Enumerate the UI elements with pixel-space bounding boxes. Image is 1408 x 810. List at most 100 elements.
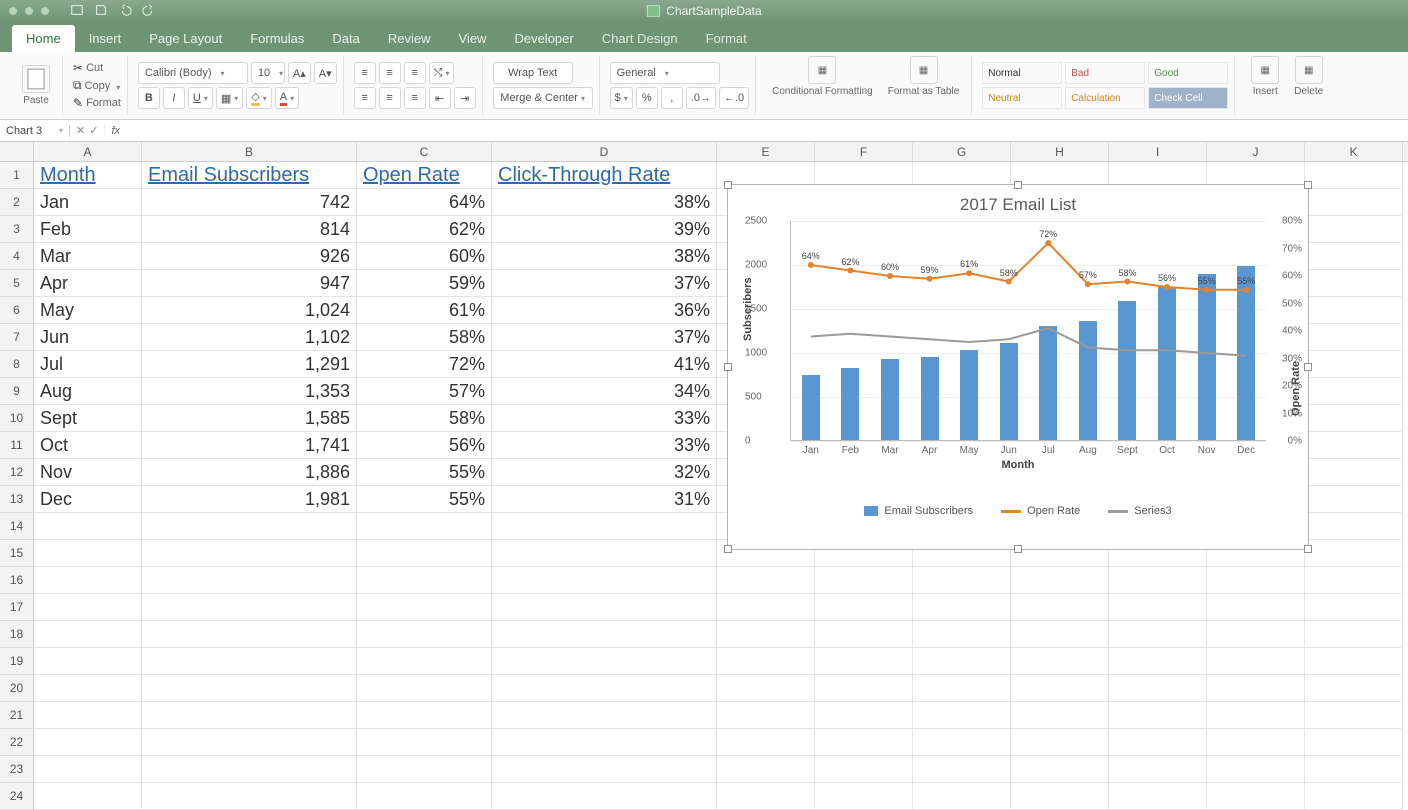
cell[interactable] bbox=[142, 513, 357, 540]
cell[interactable]: Jun bbox=[34, 324, 142, 351]
worksheet-grid[interactable]: A B C D E F G H I J K 1MonthEmail Subscr… bbox=[0, 142, 1408, 810]
cell[interactable] bbox=[142, 621, 357, 648]
cell[interactable] bbox=[357, 621, 492, 648]
cell[interactable] bbox=[815, 648, 913, 675]
cell[interactable] bbox=[1207, 702, 1305, 729]
cell[interactable]: 1,741 bbox=[142, 432, 357, 459]
cell[interactable] bbox=[357, 783, 492, 810]
row-header[interactable]: 2 bbox=[0, 189, 34, 216]
cell[interactable] bbox=[815, 567, 913, 594]
cell[interactable] bbox=[1305, 513, 1403, 540]
row-header[interactable]: 4 bbox=[0, 243, 34, 270]
cell[interactable] bbox=[1305, 594, 1403, 621]
insert-cells-button[interactable]: ▦Insert bbox=[1245, 56, 1285, 115]
col-header-C[interactable]: C bbox=[357, 142, 492, 161]
cell[interactable]: Sept bbox=[34, 405, 142, 432]
cell[interactable] bbox=[357, 702, 492, 729]
cell[interactable] bbox=[357, 540, 492, 567]
cell[interactable] bbox=[1207, 621, 1305, 648]
row-header[interactable]: 16 bbox=[0, 567, 34, 594]
cell[interactable]: 39% bbox=[492, 216, 717, 243]
cell[interactable] bbox=[492, 540, 717, 567]
cell[interactable] bbox=[357, 513, 492, 540]
cell[interactable] bbox=[1305, 567, 1403, 594]
cell[interactable] bbox=[717, 675, 815, 702]
open-icon[interactable] bbox=[70, 3, 84, 20]
col-header-G[interactable]: G bbox=[913, 142, 1011, 161]
orientation-button[interactable]: ⤭ bbox=[429, 62, 455, 84]
cell[interactable] bbox=[1305, 297, 1403, 324]
row-header[interactable]: 24 bbox=[0, 783, 34, 810]
row-header[interactable]: 21 bbox=[0, 702, 34, 729]
cell[interactable] bbox=[1109, 756, 1207, 783]
cell[interactable]: Mar bbox=[34, 243, 142, 270]
underline-button[interactable]: U bbox=[188, 87, 213, 109]
embedded-chart[interactable]: 2017 Email List Subscribers Open Rate 05… bbox=[727, 184, 1309, 550]
cell[interactable]: 1,981 bbox=[142, 486, 357, 513]
cut-button[interactable]: Cut bbox=[86, 62, 103, 74]
tab-insert[interactable]: Insert bbox=[75, 25, 136, 52]
cell[interactable] bbox=[1011, 621, 1109, 648]
cell[interactable] bbox=[142, 756, 357, 783]
cell[interactable] bbox=[142, 567, 357, 594]
cell[interactable] bbox=[492, 621, 717, 648]
row-header[interactable]: 6 bbox=[0, 297, 34, 324]
cell[interactable] bbox=[357, 648, 492, 675]
cell[interactable] bbox=[34, 756, 142, 783]
cell[interactable] bbox=[1207, 567, 1305, 594]
cell[interactable] bbox=[913, 621, 1011, 648]
cell[interactable] bbox=[1305, 756, 1403, 783]
col-header-E[interactable]: E bbox=[717, 142, 815, 161]
cell[interactable]: 72% bbox=[357, 351, 492, 378]
cell[interactable] bbox=[717, 783, 815, 810]
cell[interactable] bbox=[1011, 783, 1109, 810]
col-header-H[interactable]: H bbox=[1011, 142, 1109, 161]
zoom-dot[interactable] bbox=[40, 6, 50, 16]
cell[interactable]: 742 bbox=[142, 189, 357, 216]
align-center-button[interactable]: ≡ bbox=[379, 87, 401, 109]
cell[interactable]: 32% bbox=[492, 459, 717, 486]
row-header[interactable]: 8 bbox=[0, 351, 34, 378]
cell[interactable]: 33% bbox=[492, 405, 717, 432]
cell[interactable] bbox=[357, 729, 492, 756]
fill-color-button[interactable]: ◇ bbox=[246, 87, 271, 109]
cell[interactable] bbox=[1305, 216, 1403, 243]
cell[interactable]: 1,102 bbox=[142, 324, 357, 351]
tab-format[interactable]: Format bbox=[692, 25, 761, 52]
cell[interactable] bbox=[1109, 621, 1207, 648]
cell[interactable] bbox=[1305, 540, 1403, 567]
cell[interactable]: 926 bbox=[142, 243, 357, 270]
row-header[interactable]: 1 bbox=[0, 162, 34, 189]
cell[interactable] bbox=[1305, 702, 1403, 729]
col-header-A[interactable]: A bbox=[34, 142, 142, 161]
cell[interactable] bbox=[1305, 621, 1403, 648]
format-painter-button[interactable]: Format bbox=[86, 97, 121, 109]
chart-title[interactable]: 2017 Email List bbox=[728, 195, 1308, 215]
row-header[interactable]: 14 bbox=[0, 513, 34, 540]
cell[interactable] bbox=[1109, 729, 1207, 756]
cell[interactable] bbox=[815, 594, 913, 621]
undo-icon[interactable] bbox=[118, 3, 132, 20]
format-as-table-button[interactable]: ▦Format as Table bbox=[882, 56, 966, 115]
style-check-cell[interactable]: Check Cell bbox=[1148, 87, 1228, 109]
cell[interactable] bbox=[1305, 486, 1403, 513]
cell[interactable] bbox=[717, 621, 815, 648]
align-top-button[interactable]: ≡ bbox=[354, 62, 376, 84]
cell[interactable] bbox=[1011, 702, 1109, 729]
cell[interactable]: 60% bbox=[357, 243, 492, 270]
number-format-select[interactable]: General bbox=[610, 62, 720, 84]
cell[interactable] bbox=[492, 783, 717, 810]
cell[interactable]: 1,353 bbox=[142, 378, 357, 405]
cell[interactable] bbox=[492, 648, 717, 675]
col-header-D[interactable]: D bbox=[492, 142, 717, 161]
cell[interactable] bbox=[1109, 783, 1207, 810]
row-header[interactable]: 22 bbox=[0, 729, 34, 756]
cell[interactable]: 56% bbox=[357, 432, 492, 459]
font-color-button[interactable]: A bbox=[275, 87, 299, 109]
cell[interactable] bbox=[492, 729, 717, 756]
cell[interactable]: Jan bbox=[34, 189, 142, 216]
cell[interactable]: 57% bbox=[357, 378, 492, 405]
cell[interactable] bbox=[815, 756, 913, 783]
cell[interactable]: 1,291 bbox=[142, 351, 357, 378]
row-header[interactable]: 12 bbox=[0, 459, 34, 486]
